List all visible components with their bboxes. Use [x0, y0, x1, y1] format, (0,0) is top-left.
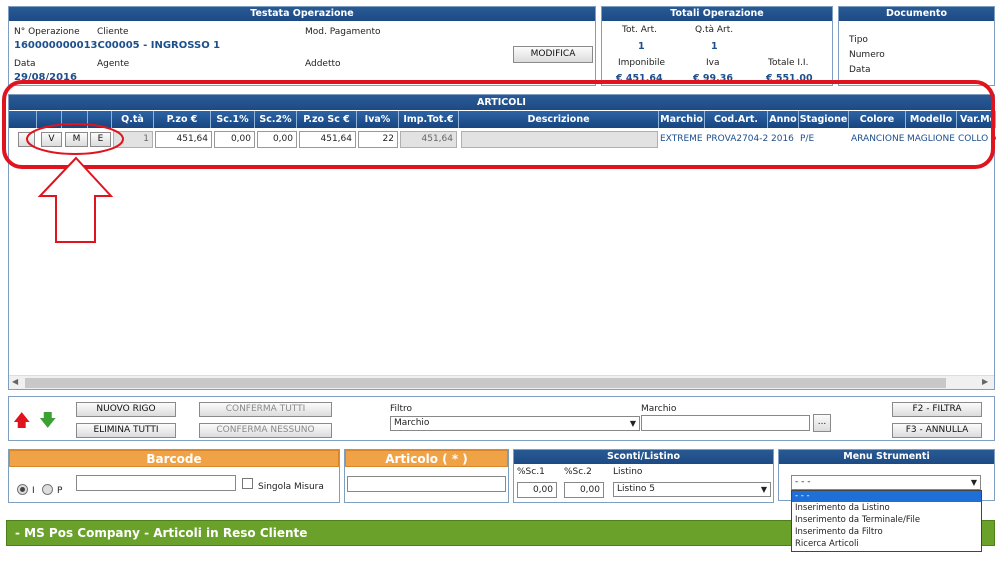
filtro-label: Filtro — [390, 404, 413, 414]
radio-i-label: I — [32, 486, 35, 496]
radio-i-dot — [20, 487, 25, 492]
annotation-grid-rect — [2, 80, 995, 169]
annotation-arrow-icon — [37, 156, 114, 243]
chevron-down-icon: ▼ — [970, 478, 977, 487]
move-up-icon[interactable]: 🡅 — [13, 408, 30, 437]
sc1-input[interactable]: 0,00 — [517, 482, 557, 498]
sc2-input[interactable]: 0,00 — [564, 482, 604, 498]
listino-label: Listino — [613, 467, 643, 477]
annotation-buttons-ellipse — [26, 123, 124, 155]
filtro-select-value: Marchio — [394, 418, 430, 428]
radio-i[interactable] — [17, 484, 28, 495]
f2-filtra-button[interactable]: F2 - FILTRA — [892, 402, 982, 417]
conferma-nessuno-button[interactable]: CONFERMA NESSUNO — [199, 423, 332, 438]
sconti-panel: Sconti/Listino %Sc.1 %Sc.2 Listino 0,00 … — [513, 449, 774, 503]
radio-p-label: P — [57, 486, 63, 496]
barcode-panel: Barcode I P Singola Misura — [8, 449, 340, 503]
sconti-title: Sconti/Listino — [514, 450, 773, 464]
singola-misura-label: Singola Misura — [258, 482, 324, 492]
dropdown-option[interactable]: Inserimento da Terminale/File — [792, 514, 981, 526]
dropdown-option[interactable]: Inserimento da Filtro — [792, 526, 981, 538]
marchio-label: Marchio — [641, 404, 677, 414]
menu-strumenti-title: Menu Strumenti — [779, 450, 994, 464]
menu-strumenti-selected: - - - — [795, 477, 811, 487]
singola-misura-checkbox[interactable] — [242, 478, 253, 489]
menu-strumenti-select[interactable]: - - - ▼ — [791, 475, 981, 490]
sc1-label: %Sc.1 — [517, 467, 545, 477]
barcode-title: Barcode — [9, 450, 339, 467]
footer-title: - MS Pos Company - Articoli in Reso Clie… — [15, 526, 308, 540]
elimina-tutti-button[interactable]: ELIMINA TUTTI — [76, 423, 176, 438]
marchio-browse-button[interactable]: ... — [813, 414, 831, 432]
nuovo-rigo-button[interactable]: NUOVO RIGO — [76, 402, 176, 417]
f3-annulla-button[interactable]: F3 - ANNULLA — [892, 423, 982, 438]
conferma-tutti-button[interactable]: CONFERMA TUTTI — [199, 402, 332, 417]
listino-select-value: Listino 5 — [617, 484, 656, 494]
marchio-input[interactable] — [641, 415, 810, 431]
filtro-select[interactable]: Marchio ▼ — [390, 416, 640, 431]
dropdown-option[interactable]: - - - — [792, 491, 981, 502]
radio-p[interactable] — [42, 484, 53, 495]
menu-strumenti-dropdown: - - - Inserimento da Listino Inserimento… — [791, 490, 982, 552]
articolo-panel: Articolo ( * ) — [344, 449, 509, 503]
articolo-title: Articolo ( * ) — [345, 450, 508, 467]
articolo-input[interactable] — [347, 476, 506, 492]
dropdown-option[interactable]: Ricerca Articoli — [792, 538, 981, 550]
listino-select[interactable]: Listino 5 ▼ — [613, 482, 771, 497]
move-down-icon[interactable]: 🡇 — [39, 408, 56, 437]
chevron-down-icon: ▼ — [629, 419, 636, 428]
barcode-input[interactable] — [76, 475, 236, 491]
toolbar-panel: 🡅 🡇 NUOVO RIGO ELIMINA TUTTI CONFERMA TU… — [8, 396, 995, 441]
chevron-down-icon: ▼ — [760, 485, 767, 494]
dropdown-option[interactable]: Inserimento da Listino — [792, 502, 981, 514]
sc2-label: %Sc.2 — [564, 467, 592, 477]
